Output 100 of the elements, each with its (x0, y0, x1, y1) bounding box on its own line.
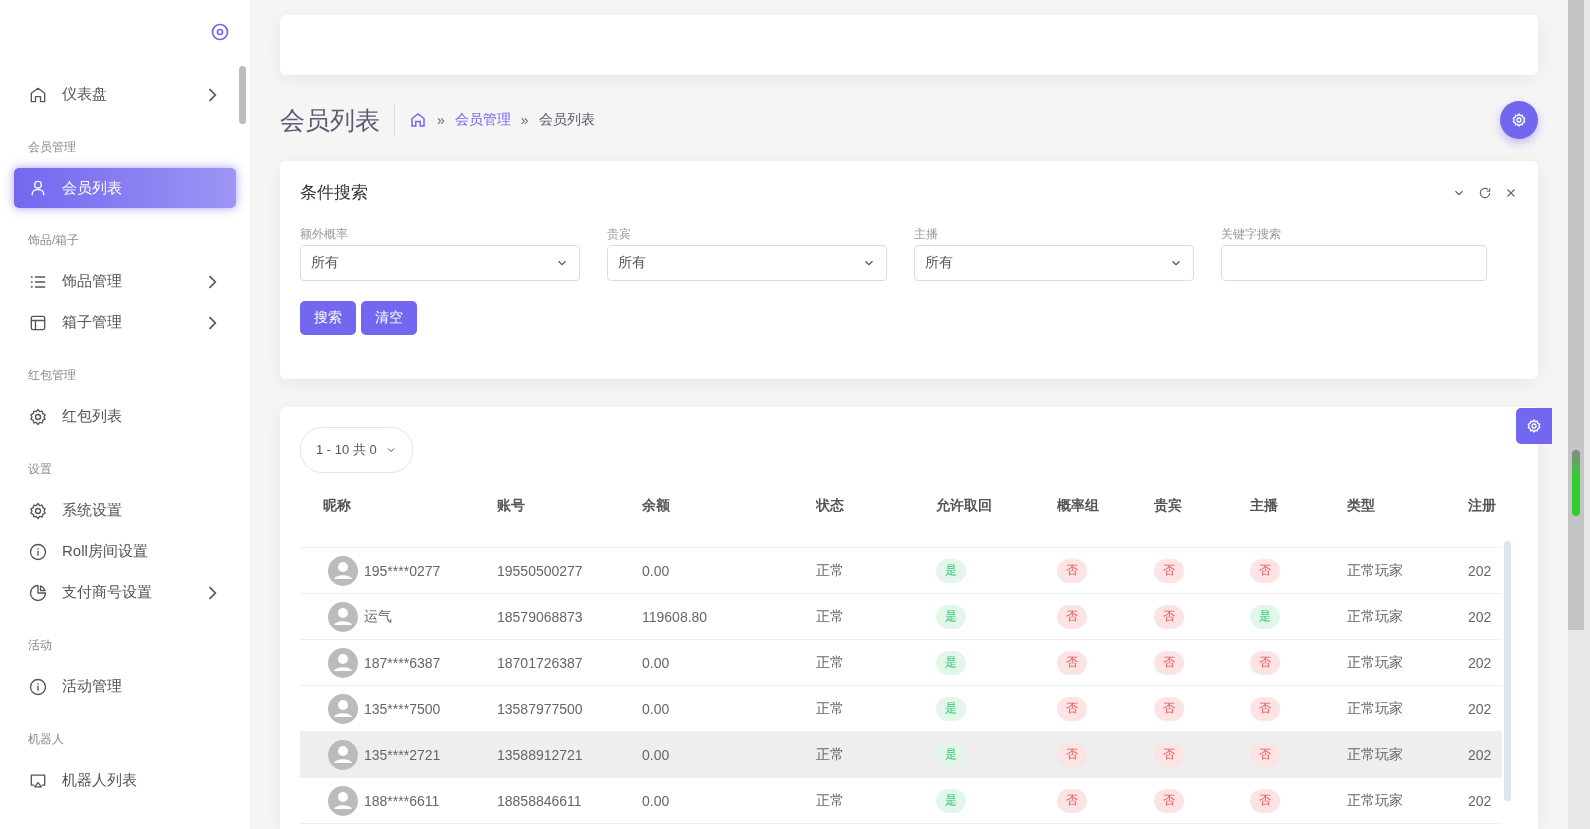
yes-badge: 是 (936, 742, 966, 767)
column-header: 昵称 (322, 497, 352, 515)
table-row[interactable]: 195****0277 19550500277 0.00 正常 是 否 否 否 正常玩家 202 (300, 548, 1502, 594)
table-cell-text: 202 (1468, 746, 1493, 763)
table-cell-text: 18858846611 (497, 792, 583, 809)
breadcrumb-link[interactable]: 会员管理 (454, 111, 511, 129)
breadcrumb-current: 会员列表 (538, 111, 595, 129)
select-field[interactable]: 所有 (914, 245, 1194, 281)
no-badge: 否 (1154, 788, 1184, 813)
no-badge: 否 (1057, 788, 1087, 813)
select-field[interactable]: 所有 (300, 245, 580, 281)
sidebar-toggle-icon[interactable] (210, 22, 230, 42)
table-cell-text: 18579068873 (497, 608, 584, 625)
table-cell-text: 202 (1468, 792, 1493, 809)
no-badge: 否 (1057, 604, 1087, 629)
info-icon (28, 676, 48, 697)
table-cell-text: 202 (1468, 608, 1493, 625)
page-size-select[interactable]: 1 - 10 共 0 (300, 427, 413, 473)
table-row[interactable]: 188****6611 18858846611 0.00 正常 是 否 否 否 正常玩家 202 (300, 778, 1502, 824)
gear-icon (28, 500, 48, 521)
nickname: 135****7500 (364, 700, 441, 717)
field-label: 关键字搜索 (1221, 226, 1282, 243)
sidebar-item[interactable]: 箱子管理 (14, 302, 236, 343)
no-badge: 否 (1250, 742, 1280, 767)
settings-icon (1526, 418, 1542, 434)
sidebar-item[interactable]: 仪表盘 (14, 74, 236, 115)
no-badge: 否 (1057, 696, 1087, 721)
table-cell-text: 13587977500 (497, 700, 584, 717)
field-label: 主播 (914, 226, 939, 243)
table-row[interactable]: 运气 18579068873 119608.80 正常 是 否 否 是 正常玩家 202 (300, 594, 1502, 640)
table-cell-text: 正常 (816, 699, 845, 718)
sidebar-item[interactable]: 支付商号设置 (14, 572, 236, 613)
refresh-icon[interactable] (1478, 185, 1492, 200)
yes-badge: 是 (936, 650, 966, 675)
column-header: 主播 (1250, 497, 1279, 515)
column-header: 注册 (1468, 497, 1497, 515)
breadcrumb-separator: » (437, 112, 445, 128)
action-button[interactable]: 搜索 (300, 301, 356, 335)
field-label: 额外概率 (300, 226, 349, 243)
panel-title: 条件搜索 (300, 182, 369, 204)
column-header: 账号 (497, 497, 526, 515)
table-cell-text: 正常 (816, 561, 845, 580)
table-cell-text: 18701726387 (497, 654, 584, 671)
avatar-icon (328, 739, 358, 770)
column-header: 状态 (816, 497, 845, 515)
no-badge: 否 (1154, 604, 1184, 629)
table-cell-text: 0.00 (642, 562, 671, 579)
sidebar-item[interactable]: 机器人列表 (14, 760, 236, 801)
section-title: 设置 (27, 461, 53, 478)
avatar-icon (328, 647, 358, 678)
column-header: 允许取回 (936, 497, 993, 515)
table-cell-text: 正常玩家 (1347, 607, 1404, 626)
settings-icon (1511, 112, 1527, 128)
table-cell-text: 正常 (816, 745, 845, 764)
action-button[interactable]: 清空 (361, 301, 417, 335)
table-row[interactable]: 187****6387 18701726387 0.00 正常 是 否 否 否 正常玩家 202 (300, 640, 1502, 686)
gear-icon (28, 406, 48, 427)
section-title: 红包管理 (27, 367, 77, 384)
sidebar-item[interactable]: 系统设置 (14, 490, 236, 531)
select-field[interactable]: 所有 (607, 245, 887, 281)
table-scrollbar[interactable] (1504, 541, 1511, 801)
nickname: 运气 (364, 607, 392, 626)
table-cell-text: 正常 (816, 607, 845, 626)
section-title: 机器人 (27, 731, 65, 748)
table-cell-text: 0.00 (642, 746, 671, 763)
scrollbar-thumb[interactable] (1572, 450, 1580, 516)
table-cell-text: 正常玩家 (1347, 791, 1404, 810)
table-cell-text: 正常玩家 (1347, 745, 1404, 764)
table-cell-text: 0.00 (642, 654, 671, 671)
section-title: 饰品/箱子 (27, 232, 81, 249)
scrollbar[interactable] (239, 66, 246, 124)
table-cell-text: 119608.80 (642, 608, 709, 625)
breadcrumb-separator: » (520, 112, 529, 128)
table-row[interactable]: 135****2721 13588912721 0.00 正常 是 否 否 否 正常玩家 202 (300, 732, 1502, 778)
sidebar-item[interactable]: 活动管理 (14, 666, 236, 707)
column-header: 贵宾 (1154, 497, 1183, 515)
no-badge: 否 (1057, 558, 1087, 583)
sidebar-item[interactable]: 会员列表 (14, 168, 236, 208)
settings-button[interactable] (1500, 101, 1538, 139)
nickname: 135****2721 (364, 746, 441, 763)
table-cell-text: 正常玩家 (1347, 653, 1404, 672)
nickname: 187****6387 (364, 654, 441, 671)
table-cell-text: 正常 (816, 653, 845, 672)
sidebar-item[interactable]: Roll房间设置 (14, 531, 236, 572)
column-header: 类型 (1347, 497, 1376, 515)
no-badge: 否 (1250, 788, 1280, 813)
table-cell-text: 202 (1468, 654, 1493, 671)
yes-badge: 是 (936, 788, 966, 813)
sidebar-item[interactable]: 红包列表 (14, 396, 236, 437)
keyword-field[interactable] (1221, 245, 1487, 281)
no-badge: 否 (1057, 650, 1087, 675)
no-badge: 否 (1057, 742, 1087, 767)
sidebar-item[interactable]: 饰品管理 (14, 261, 236, 302)
no-badge: 否 (1154, 742, 1184, 767)
customizer-button[interactable] (1516, 408, 1552, 444)
page-scrollbar[interactable] (1568, 0, 1584, 630)
avatar-icon (328, 601, 358, 632)
home-icon[interactable] (409, 111, 427, 129)
yes-badge: 是 (936, 696, 966, 721)
column-header: 余额 (642, 497, 671, 515)
